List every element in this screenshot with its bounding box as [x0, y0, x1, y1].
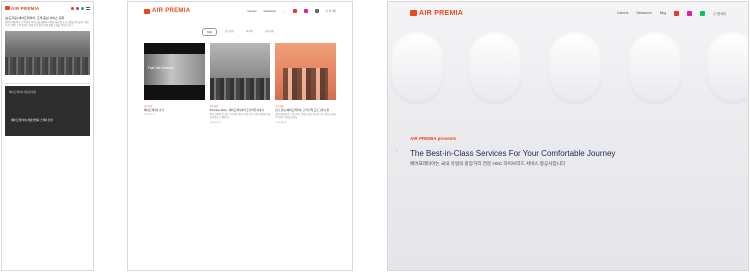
- naver-icon[interactable]: [700, 10, 706, 16]
- news-card[interactable]: 보도자료 [보도자료] 에어프레미아, 고객 만족 프로그램 시행 에어프레미아…: [275, 43, 337, 125]
- card-description: 에어프레미아가 고객 만족도 향상을 위한 새로운 프로그램을 시행하며 서비스…: [275, 114, 336, 120]
- card-date: 2023.10.05: [209, 122, 221, 125]
- instagram-icon[interactable]: [76, 6, 79, 10]
- brand-name: AIR PREMIA: [152, 8, 191, 14]
- brand-name: AIR PREMIA: [419, 9, 464, 17]
- hero-subtitle: 에어프레미아는 국내 유일의 중장거리 전문 HSC 하이브리드 서비스 항공사…: [410, 161, 566, 166]
- tab-media[interactable]: 미디어: [242, 28, 257, 36]
- card-category: 보도자료: [209, 106, 219, 108]
- divider: [5, 82, 90, 84]
- tab-press[interactable]: 보도자료: [221, 28, 238, 36]
- news-card[interactable]: Fast Talk Essence 보도자료 에어프레미아 소식 2023.10…: [144, 43, 205, 124]
- youtube-icon[interactable]: [71, 6, 74, 10]
- tab-all[interactable]: 전체: [202, 28, 217, 36]
- mobile-header: AIR PREMIA: [2, 2, 93, 14]
- card-category: 보도자료: [144, 106, 153, 108]
- brand-logo[interactable]: AIR PREMIA: [410, 10, 463, 17]
- card-image: [209, 43, 271, 100]
- language-label: 한국어: [717, 11, 726, 16]
- airplane-icon: [410, 10, 417, 16]
- crowd-photo: [5, 56, 90, 75]
- hero-section: AIR PREMIA presents The Best-in-Class Se…: [410, 136, 615, 167]
- header-nav: Careers Newsroom ⌄ ◎ 한국어: [247, 9, 336, 13]
- image-caption: Fast Talk Essence: [148, 66, 174, 70]
- chevron-down-icon[interactable]: ⌄: [283, 9, 286, 13]
- news-card[interactable]: 보도자료 Premium Story : 에어프레미아의 프리미엄 이야기 에어…: [209, 43, 271, 125]
- news-cards: Fast Talk Essence 보도자료 에어프레미아 소식 2023.10…: [128, 43, 352, 124]
- language-select[interactable]: ◎ 한국어: [713, 11, 726, 16]
- video-thumbnail[interactable]: 에어프레미아 채용설명회 [에어프레미아] 채용설명회 스케치 영상: [5, 85, 90, 136]
- nav-newsroom[interactable]: Newsroom: [264, 10, 276, 13]
- nav-careers[interactable]: Careers: [247, 10, 256, 13]
- hero-presents: AIR PREMIA presents: [410, 136, 457, 141]
- window-decoration: [628, 32, 682, 104]
- youtube-icon[interactable]: [292, 9, 297, 13]
- card-date: 2023.10.12: [144, 114, 155, 117]
- newsroom-frame: AIR PREMIA Careers Newsroom ⌄ ◎ 한국어 전체 보…: [127, 1, 353, 271]
- tab-notice[interactable]: 공지사항: [261, 28, 278, 36]
- window-decoration: [390, 32, 444, 104]
- window-decoration: [468, 32, 522, 104]
- language-label: 한국어: [328, 10, 336, 13]
- brand-logo[interactable]: AIR PREMIA: [5, 6, 40, 11]
- card-title: [보도자료] 에어프레미아, 고객 만족 프로그램 시행: [275, 109, 329, 112]
- landing-header: AIR PREMIA Careers Newsroom Blog ◎ 한국어: [388, 2, 748, 24]
- people-photo: [283, 68, 329, 100]
- card-image: Fast Talk Essence: [144, 43, 205, 100]
- newsroom-header: AIR PREMIA Careers Newsroom ⌄ ◎ 한국어: [128, 2, 352, 20]
- card-image: [275, 43, 337, 100]
- card-title: Premium Story : 에어프레미아의 프리미엄 이야기: [209, 109, 264, 112]
- card-category: 보도자료: [275, 106, 284, 108]
- window-decoration: [706, 32, 748, 104]
- instagram-icon[interactable]: [687, 10, 693, 16]
- people-photo: [209, 78, 271, 100]
- nav-blog[interactable]: Blog: [660, 11, 666, 15]
- brand-logo[interactable]: AIR PREMIA: [144, 8, 190, 14]
- nav-newsroom[interactable]: Newsroom: [636, 11, 651, 15]
- landing-frame: AIR PREMIA Careers Newsroom Blog ◎ 한국어 ‹…: [387, 1, 749, 271]
- language-select[interactable]: ◎ 한국어: [326, 9, 337, 13]
- mobile-frame: AIR PREMIA [보도자료] 에어프레미아, 고객 중심 서비스 강화 에…: [1, 1, 94, 271]
- hero-headline: The Best-in-Class Services For Your Comf…: [410, 149, 616, 158]
- card-date: 2023.09.28: [275, 122, 287, 125]
- article-image[interactable]: [5, 30, 90, 75]
- brand-name: AIR PREMIA: [11, 5, 40, 11]
- instagram-icon[interactable]: [303, 9, 308, 13]
- hamburger-menu-icon[interactable]: [86, 6, 90, 10]
- article-title[interactable]: [보도자료] 에어프레미아, 고객 중심 서비스 강화: [2, 14, 93, 21]
- video-subtitle: [에어프레미아] 채용설명회 스케치 영상: [11, 118, 53, 122]
- airplane-icon: [144, 8, 150, 14]
- youtube-icon[interactable]: [674, 10, 680, 16]
- airplane-icon: [5, 6, 10, 10]
- window-decoration: [548, 32, 602, 104]
- category-tabs: 전체 보도자료 미디어 공지사항: [128, 28, 352, 36]
- chat-icon[interactable]: [314, 9, 319, 13]
- naver-icon[interactable]: [81, 6, 84, 10]
- header-nav: Careers Newsroom Blog ◎ 한국어: [617, 10, 726, 16]
- card-description: 에어프레미아가 전한 프리미엄 서비스 이야기와 고객과 함께한 특별한 여정을…: [209, 114, 271, 120]
- article-description: 에어프레미아가 고객 중심 서비스를 강화하기 위한 새로운 프로그램을 선보였…: [5, 21, 89, 28]
- nav-careers[interactable]: Careers: [617, 11, 628, 15]
- chevron-left-icon[interactable]: ‹: [396, 148, 398, 154]
- card-title: 에어프레미아 소식: [144, 109, 164, 112]
- header-icons: [71, 6, 90, 10]
- video-title: 에어프레미아 채용설명회: [9, 90, 36, 94]
